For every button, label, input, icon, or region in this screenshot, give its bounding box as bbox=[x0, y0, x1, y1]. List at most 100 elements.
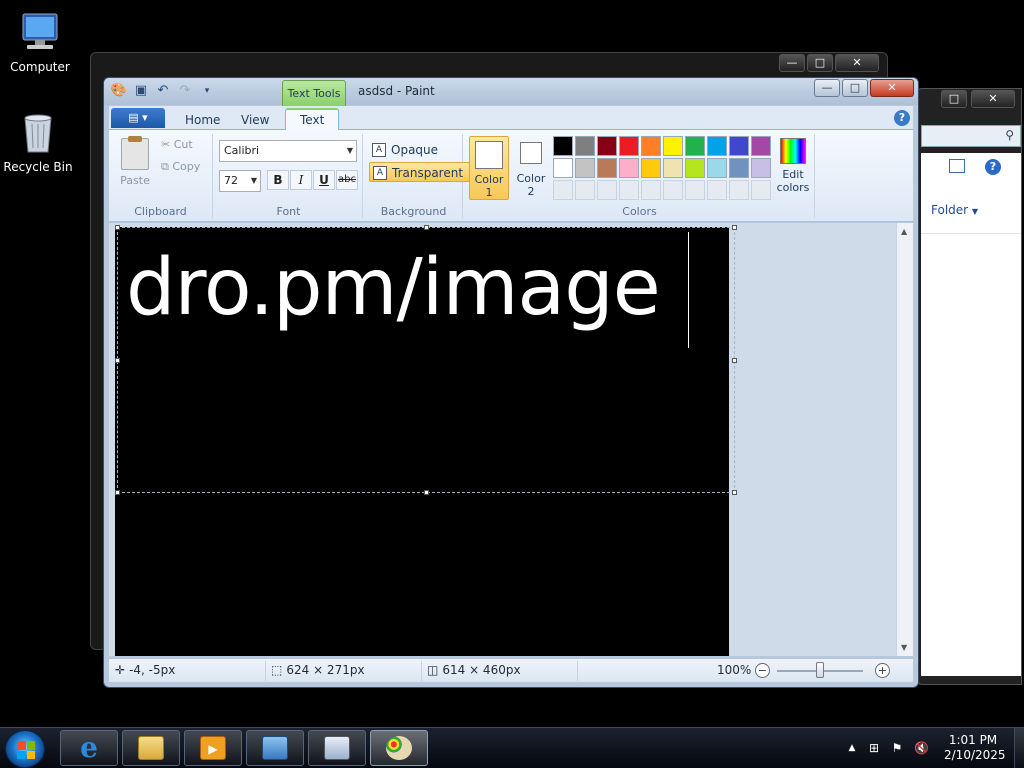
palette-swatch[interactable] bbox=[619, 158, 639, 178]
save-icon[interactable]: ▣ bbox=[132, 82, 150, 100]
bold-button[interactable]: B bbox=[267, 170, 289, 190]
palette-swatch[interactable] bbox=[663, 158, 683, 178]
help-icon[interactable]: ? bbox=[985, 159, 1001, 175]
zoom-out-button[interactable]: − bbox=[755, 663, 770, 678]
palette-swatch[interactable] bbox=[553, 158, 573, 178]
maximize-button[interactable]: □ bbox=[941, 90, 967, 108]
show-desktop-button[interactable] bbox=[1014, 728, 1024, 768]
customize-qat-icon[interactable]: ▾ bbox=[198, 82, 216, 100]
start-button[interactable] bbox=[5, 730, 45, 768]
palette-swatch-empty[interactable] bbox=[663, 180, 683, 200]
resize-handle[interactable] bbox=[115, 490, 120, 495]
desktop-icon-computer[interactable]: Computer bbox=[2, 10, 78, 74]
action-center-flag-icon[interactable]: ⚑ bbox=[890, 741, 904, 755]
palette-swatch[interactable] bbox=[729, 136, 749, 156]
palette-swatch[interactable] bbox=[707, 158, 727, 178]
font-size-select[interactable]: 72 ▼ bbox=[219, 170, 261, 192]
clock[interactable]: 1:01 PM 2/10/2025 bbox=[944, 733, 1006, 763]
tab-home[interactable]: Home bbox=[171, 110, 234, 130]
redo-icon[interactable]: ↷ bbox=[176, 82, 194, 100]
palette-swatch-empty[interactable] bbox=[553, 180, 573, 200]
palette-swatch[interactable] bbox=[751, 136, 771, 156]
zoom-in-button[interactable]: + bbox=[875, 663, 890, 678]
font-family-select[interactable]: Calibri ▼ bbox=[219, 140, 357, 162]
scroll-up-icon[interactable]: ▲ bbox=[901, 227, 907, 236]
vertical-scrollbar[interactable]: ▲ ▼ bbox=[896, 223, 913, 656]
maximize-button[interactable]: □ bbox=[842, 79, 868, 97]
palette-swatch[interactable] bbox=[553, 136, 573, 156]
taskbar-media-player[interactable]: ▶ bbox=[184, 730, 242, 766]
minimize-button[interactable]: — bbox=[779, 54, 805, 72]
palette-swatch[interactable] bbox=[641, 158, 661, 178]
paste-icon[interactable] bbox=[121, 136, 149, 170]
color-1-button[interactable]: Color 1 bbox=[469, 136, 509, 200]
copy-button[interactable]: ⧉ Copy bbox=[161, 160, 200, 174]
paint-window[interactable]: 🎨 ▣ ↶ ↷ ▾ Text Tools asdsd - Paint — □ ✕… bbox=[103, 77, 919, 688]
search-input[interactable]: ⚲ bbox=[921, 125, 1021, 147]
strikethrough-button[interactable]: abc bbox=[336, 170, 358, 190]
palette-swatch[interactable] bbox=[663, 136, 683, 156]
canvas[interactable]: dro.pm/image bbox=[115, 225, 737, 656]
pane-icon[interactable] bbox=[949, 159, 965, 173]
taskbar-control-panel[interactable] bbox=[246, 730, 304, 766]
palette-swatch-empty[interactable] bbox=[619, 180, 639, 200]
maximize-button[interactable]: □ bbox=[807, 54, 833, 72]
resize-handle[interactable] bbox=[424, 490, 429, 495]
minimize-button[interactable]: — bbox=[814, 79, 840, 97]
color-2-button[interactable]: Color 2 bbox=[511, 136, 551, 200]
palette-swatch-empty[interactable] bbox=[685, 180, 705, 200]
scroll-down-icon[interactable]: ▼ bbox=[901, 643, 907, 652]
show-hidden-icons-icon[interactable]: ▲ bbox=[845, 741, 859, 755]
close-button[interactable]: ✕ bbox=[870, 79, 914, 97]
title-bar[interactable]: 🎨 ▣ ↶ ↷ ▾ Text Tools asdsd - Paint — □ ✕ bbox=[104, 78, 918, 106]
palette-swatch-empty[interactable] bbox=[641, 180, 661, 200]
canvas-text[interactable]: dro.pm/image bbox=[126, 238, 661, 338]
tab-text[interactable]: Text bbox=[285, 108, 340, 131]
explorer-window[interactable]: □ ✕ ⚲ ? Folder ▼ bbox=[916, 88, 1022, 685]
palette-swatch[interactable] bbox=[751, 158, 771, 178]
palette-swatch-empty[interactable] bbox=[575, 180, 595, 200]
opaque-button[interactable]: A Opaque bbox=[369, 140, 444, 160]
palette-swatch-empty[interactable] bbox=[707, 180, 727, 200]
italic-button[interactable]: I bbox=[290, 170, 312, 190]
canvas-area[interactable]: dro.pm/image bbox=[109, 223, 901, 656]
edit-colors-button[interactable]: Edit colors bbox=[773, 136, 813, 194]
palette-swatch[interactable] bbox=[707, 136, 727, 156]
palette-swatch[interactable] bbox=[685, 136, 705, 156]
resize-handle[interactable] bbox=[424, 225, 429, 230]
palette-swatch-empty[interactable] bbox=[729, 180, 749, 200]
taskbar-file-explorer[interactable] bbox=[122, 730, 180, 766]
resize-handle[interactable] bbox=[115, 358, 120, 363]
palette-swatch-empty[interactable] bbox=[751, 180, 771, 200]
network-icon[interactable]: ⊞ bbox=[867, 741, 881, 755]
transparent-button[interactable]: A Transparent bbox=[369, 162, 471, 182]
palette-swatch[interactable] bbox=[641, 136, 661, 156]
desktop-icon-recycle-bin[interactable]: Recycle Bin bbox=[0, 110, 76, 174]
paint-app-icon[interactable]: 🎨 bbox=[110, 82, 128, 100]
volume-muted-icon[interactable]: 🔇 bbox=[914, 741, 929, 755]
tab-view[interactable]: View bbox=[227, 110, 283, 130]
underline-button[interactable]: U bbox=[313, 170, 335, 190]
help-icon[interactable]: ? bbox=[894, 110, 910, 126]
resize-handle[interactable] bbox=[115, 225, 120, 230]
palette-swatch[interactable] bbox=[575, 136, 595, 156]
cut-button[interactable]: ✂ Cut bbox=[161, 138, 193, 151]
taskbar-program[interactable] bbox=[308, 730, 366, 766]
resize-handle[interactable] bbox=[732, 358, 737, 363]
palette-swatch-empty[interactable] bbox=[597, 180, 617, 200]
palette-swatch[interactable] bbox=[575, 158, 595, 178]
taskbar-internet-explorer[interactable]: e bbox=[60, 730, 118, 766]
text-box[interactable]: dro.pm/image bbox=[115, 225, 737, 495]
undo-icon[interactable]: ↶ bbox=[154, 82, 172, 100]
zoom-slider-thumb[interactable] bbox=[816, 662, 824, 678]
resize-handle[interactable] bbox=[732, 225, 737, 230]
close-button[interactable]: ✕ bbox=[835, 54, 879, 72]
close-button[interactable]: ✕ bbox=[971, 90, 1015, 108]
palette-swatch[interactable] bbox=[597, 158, 617, 178]
paste-button[interactable]: Paste bbox=[115, 174, 155, 187]
new-folder-button[interactable]: Folder ▼ bbox=[931, 203, 978, 217]
taskbar-paint[interactable] bbox=[370, 730, 428, 766]
resize-handle[interactable] bbox=[732, 490, 737, 495]
palette-swatch[interactable] bbox=[685, 158, 705, 178]
palette-swatch[interactable] bbox=[729, 158, 749, 178]
